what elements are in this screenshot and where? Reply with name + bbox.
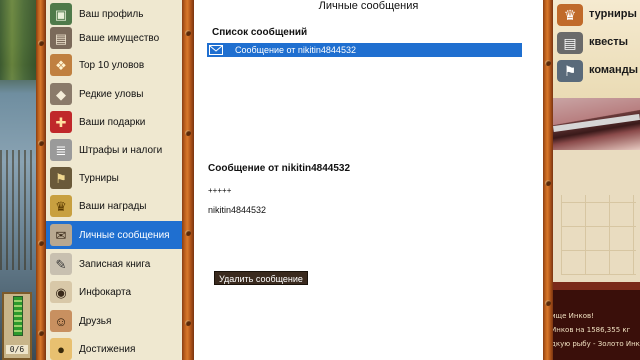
- sidebar-item-label: Друзья: [79, 315, 112, 327]
- fish-icon: ❖: [50, 54, 72, 76]
- sidebar-item-label: Достижения: [79, 343, 136, 355]
- gauge-bar: [13, 296, 23, 336]
- sidebar-item-label: Ваш профиль: [79, 8, 144, 20]
- sidebar-item-fines[interactable]: ≣ Штрафы и налоги: [46, 136, 182, 164]
- gift-icon: ✚: [50, 111, 72, 133]
- teams-icon[interactable]: ⚑: [557, 60, 583, 82]
- news-line: ище Инков!: [553, 312, 594, 320]
- sidebar-item-achievements[interactable]: ● Достижения: [46, 335, 182, 360]
- infocard-icon: ◉: [50, 281, 72, 303]
- trophy-icon: ♛: [50, 195, 72, 217]
- wood-pillar-left: [36, 0, 46, 360]
- sidebar-item-label: Записная книга: [79, 258, 151, 270]
- sidebar-item-label: Личные сообщения: [79, 229, 170, 241]
- sidebar-item-label: Турниры: [79, 172, 119, 184]
- news-line: дкую рыбу - Золото Инков: [553, 340, 640, 348]
- message-body-line: +++++: [208, 186, 232, 195]
- achievements-icon: ●: [50, 338, 72, 360]
- friends-icon: ☺: [50, 310, 72, 332]
- messages-icon: ✉: [50, 224, 72, 246]
- message-list-item[interactable]: Сообщение от nikitin4844532: [207, 43, 522, 57]
- sidebar-item-inventory[interactable]: ▤ Ваше имущество: [46, 24, 182, 52]
- quests-icon[interactable]: ▤: [557, 32, 583, 54]
- sidebar-item-trophy[interactable]: ♛ Ваши награды: [46, 192, 182, 220]
- right-menu-quests-link[interactable]: квесты: [589, 36, 628, 48]
- right-menu-trophy-link[interactable]: турниры: [589, 8, 637, 20]
- trophy-icon[interactable]: ♛: [557, 4, 583, 26]
- wood-pillar-right: [543, 0, 553, 360]
- delete-message-button[interactable]: Удалить сообщение: [214, 271, 308, 285]
- main-content: Личные сообщения Список сообщений Сообще…: [194, 0, 543, 360]
- envelope-icon: [209, 45, 223, 55]
- sidebar-item-label: Ваши подарки: [79, 116, 146, 128]
- news-line: Инков на 1586,355 кг: [553, 326, 631, 334]
- tree-line: [0, 0, 40, 80]
- reeds: [0, 150, 40, 270]
- sidebar-item-label: Ваше имущество: [79, 32, 160, 44]
- profile-icon: ▣: [50, 3, 72, 25]
- sidebar: ▣ Ваш профиль ▤ Ваше имущество ❖ Top 10 улово…: [46, 0, 182, 360]
- notebook-icon: ✎: [50, 253, 72, 275]
- message-title: Сообщение от nikitin4844532: [208, 163, 351, 174]
- sidebar-item-label: Штрафы и налоги: [79, 144, 163, 156]
- message-list-heading: Список сообщений: [212, 27, 308, 38]
- sidebar-item-gift[interactable]: ✚ Ваши подарки: [46, 108, 182, 136]
- sidebar-item-label: Top 10 уловов: [79, 59, 145, 71]
- news-ticker: ище Инков! Инков на 1586,355 кг дкую рыбу …: [553, 282, 640, 360]
- rare-fish-icon: ◆: [50, 83, 72, 105]
- gauge-label: 0/6: [6, 345, 28, 354]
- wood-pillar-middle: [182, 0, 194, 360]
- sidebar-item-infocard[interactable]: ◉ Инфокарта: [46, 278, 182, 306]
- sidebar-item-messages[interactable]: ✉ Личные сообщения: [46, 221, 182, 249]
- sidebar-item-label: Редкие уловы: [79, 88, 144, 100]
- sidebar-item-friends[interactable]: ☺ Друзья: [46, 307, 182, 335]
- sidebar-item-tournament[interactable]: ⚑ Турниры: [46, 164, 182, 192]
- right-menu-teams-link[interactable]: команды: [589, 64, 638, 76]
- right-panel: ище Инков! Инков на 1586,355 кг дкую рыбу …: [553, 0, 640, 360]
- inventory-icon: ▤: [50, 27, 72, 49]
- sidebar-item-label: Инфокарта: [79, 286, 132, 298]
- boat-banner: [553, 98, 640, 150]
- sidebar-item-fish[interactable]: ❖ Top 10 уловов: [46, 51, 182, 79]
- sidebar-item-rare-fish[interactable]: ◆ Редкие уловы: [46, 80, 182, 108]
- message-body-line: nikitin4844532: [208, 205, 267, 215]
- energy-gauge: 0/6: [2, 292, 32, 360]
- right-panel-board: [553, 150, 640, 282]
- page-title: Личные сообщения: [318, 0, 419, 12]
- tournament-icon: ⚑: [50, 167, 72, 189]
- sidebar-item-label: Ваши награды: [79, 200, 147, 212]
- message-list-item-label: Сообщение от nikitin4844532: [235, 45, 356, 55]
- fines-icon: ≣: [50, 139, 72, 161]
- sidebar-item-notebook[interactable]: ✎ Записная книга: [46, 250, 182, 278]
